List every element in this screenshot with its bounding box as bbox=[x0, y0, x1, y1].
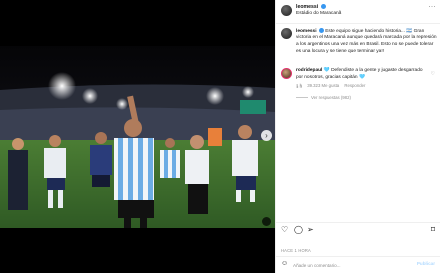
post-author[interactable]: leomessi bbox=[296, 4, 326, 10]
view-replies-label[interactable]: Ver respuestas (982) bbox=[311, 95, 351, 100]
post-photo[interactable]: › bbox=[0, 0, 275, 273]
comment-composer: ☺ Publicar bbox=[276, 256, 440, 273]
replies-divider bbox=[296, 97, 308, 99]
stadium-scene bbox=[0, 46, 275, 228]
comment-username[interactable]: rodridepaul bbox=[296, 68, 322, 73]
post-date: HACE 1 HORA bbox=[281, 248, 311, 253]
author-username[interactable]: leomessi bbox=[296, 4, 318, 10]
blue-heart-icon: 🩵 bbox=[323, 68, 330, 73]
next-image-arrow-icon[interactable]: › bbox=[261, 130, 272, 141]
post-details-panel: leomessi Estádio do Maracanã ··· leomess… bbox=[275, 0, 440, 273]
comment-bubble-icon[interactable]: ◯ bbox=[294, 226, 303, 234]
comment-time: 1 h bbox=[296, 83, 302, 88]
view-replies-button[interactable]: Ver respuestas (982) bbox=[296, 95, 351, 100]
more-options-icon[interactable]: ··· bbox=[429, 4, 437, 10]
verified-badge-icon bbox=[318, 28, 324, 33]
comment-body: rodridepaul 🩵 Defendiste a la gente y ju… bbox=[296, 68, 430, 81]
tagged-users-icon[interactable] bbox=[262, 217, 271, 226]
post-actions: ♡ ◯ ➢ ⌑ bbox=[276, 222, 440, 236]
add-comment-input[interactable] bbox=[293, 260, 403, 270]
caption-text: Este equipo sigue haciendo historia... 🇦… bbox=[296, 28, 437, 54]
comment-like-heart-icon[interactable]: ♡ bbox=[431, 71, 435, 77]
caption-body: leomessi Este equipo sigue haciendo hist… bbox=[296, 28, 439, 55]
avatar[interactable] bbox=[281, 28, 292, 39]
comment-likes[interactable]: 39.323 Me gusta bbox=[307, 83, 339, 88]
publish-button[interactable]: Publicar bbox=[417, 261, 435, 266]
save-bookmark-icon[interactable]: ⌑ bbox=[431, 226, 435, 234]
caption-username[interactable]: leomessi bbox=[296, 29, 317, 34]
like-heart-icon[interactable]: ♡ bbox=[281, 226, 288, 234]
reply-button[interactable]: Responder bbox=[344, 83, 365, 88]
post-location[interactable]: Estádio do Maracanã bbox=[296, 11, 341, 16]
comment-meta: 1 h 39.323 Me gusta Responder bbox=[296, 83, 369, 88]
avatar[interactable] bbox=[281, 5, 292, 16]
avatar[interactable] bbox=[281, 68, 292, 79]
post-header: leomessi Estádio do Maracanã ··· bbox=[276, 0, 440, 24]
share-paper-plane-icon[interactable]: ➢ bbox=[307, 226, 314, 234]
emoji-picker-icon[interactable]: ☺ bbox=[281, 260, 288, 267]
verified-badge-icon bbox=[320, 4, 326, 10]
blue-heart-icon: 🩵 bbox=[358, 74, 365, 80]
